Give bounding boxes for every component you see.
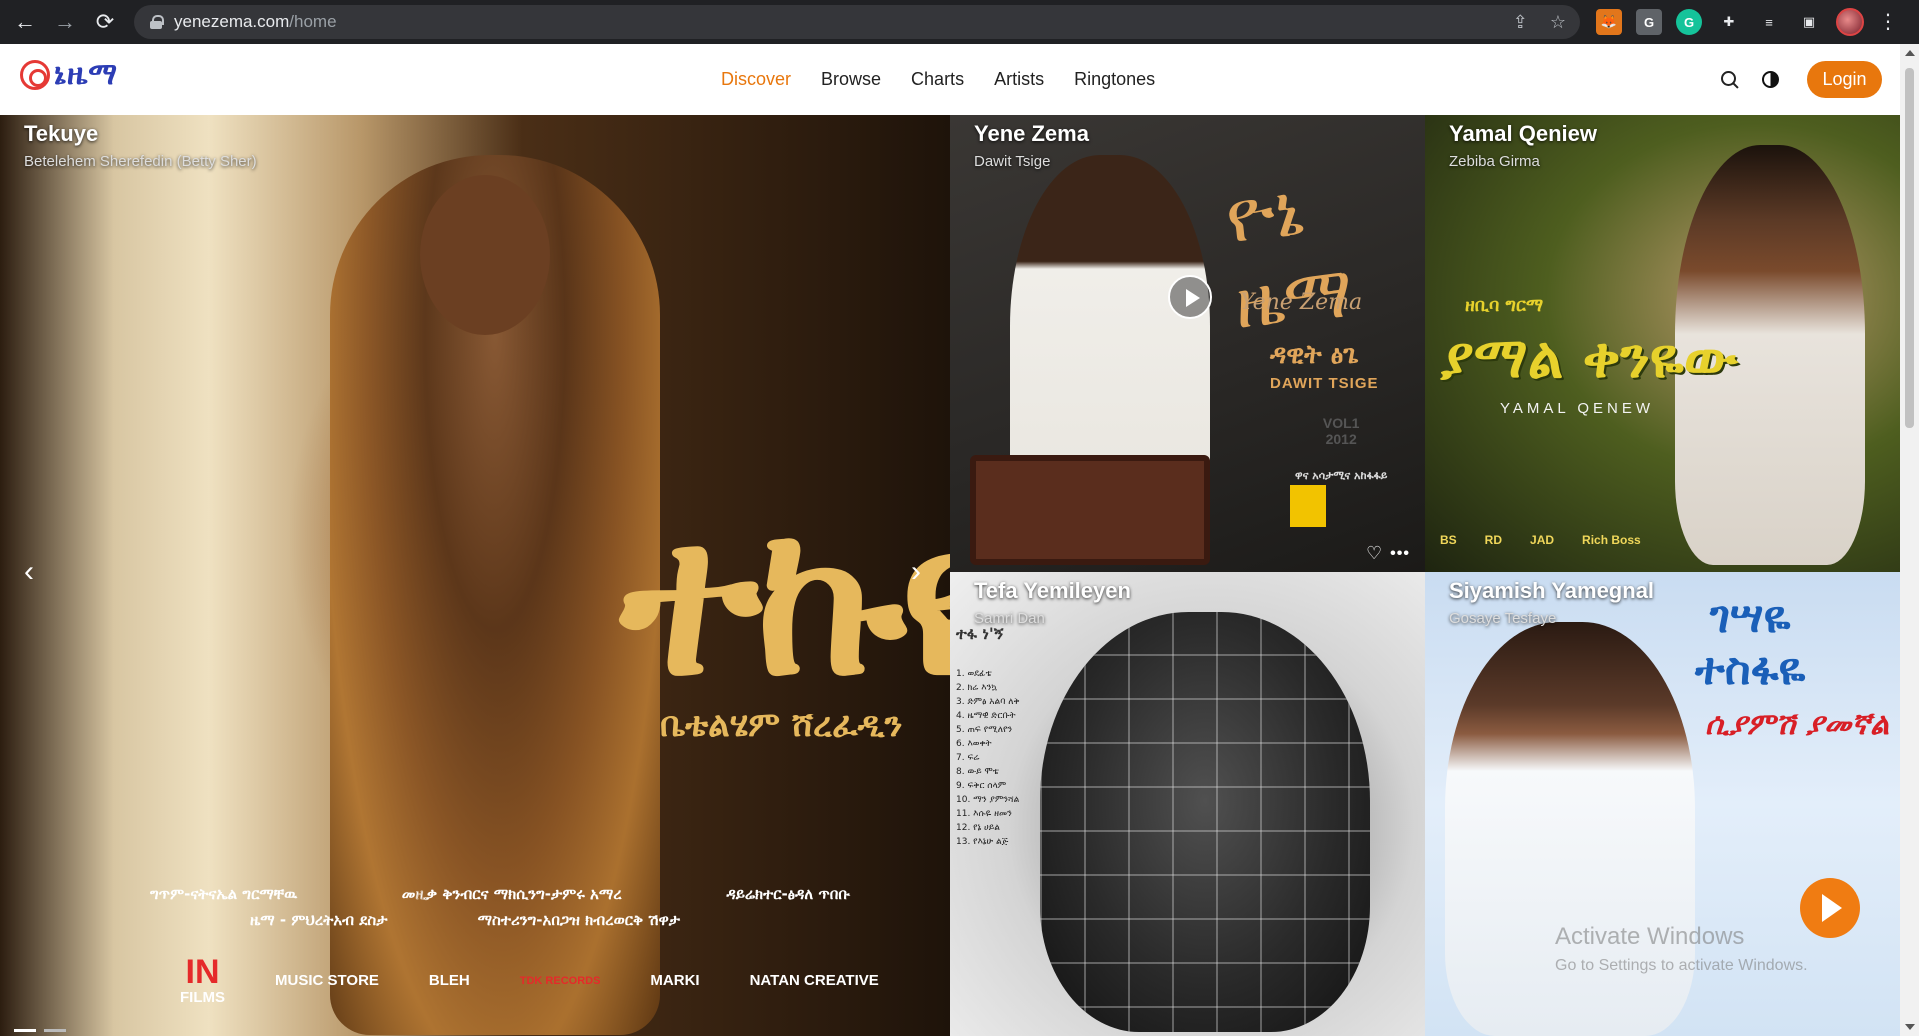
credit-text: መዚቃ ቅንብርና ማክሲንግ-ታምሩ አማረ	[401, 885, 622, 903]
credit-text: ዳይሬክተር-ፅዳለ ጥበቡ	[726, 885, 850, 903]
carousel-next-icon[interactable]: ›	[911, 555, 921, 589]
site-logo[interactable]: ኔዜማ	[20, 58, 118, 92]
cover-credits: ግጥም-ናትናኤል ግርማቸዉ መዚቃ ቅንብርና ማክሲንግ-ታምሩ አማረ …	[150, 885, 850, 937]
star-bookmark-icon[interactable]: ☆	[1550, 12, 1566, 33]
hero-carousel: ተኩዬ ቤቴልሄም ሸረፈዲን ግጥም-ናትናኤል ግርማቸዉ መዚቃ ቅንብር…	[0, 115, 1900, 1036]
nav-browse[interactable]: Browse	[821, 69, 881, 90]
card-title[interactable]: Yene Zema	[974, 121, 1089, 147]
natan-creative-logo: NATAN CREATIVE	[749, 972, 879, 989]
credit-text: ዜማ - ምህረትአብ ደስታ	[250, 911, 388, 929]
scroll-up-arrow-icon[interactable]	[1905, 50, 1915, 56]
cover-artist-art: ቤቴልሄም ሸረፈዲን	[660, 705, 903, 745]
featured-card-tekuye[interactable]: ተኩዬ ቤቴልሄም ሸረፈዲን ግጥም-ናትናኤል ግርማቸዉ መዚቃ ቅንብር…	[0, 115, 950, 1036]
play-button-icon[interactable]	[1168, 275, 1212, 319]
credit-text: ማስተሪንግ-አበጋዝ ክብረወርቅ ሽዋታ	[477, 911, 680, 929]
cover-title-art: ተኩዬ	[620, 475, 950, 722]
carousel-prev-icon[interactable]: ‹	[24, 555, 34, 589]
card-artist[interactable]: Samri Dan	[974, 610, 1045, 627]
tdk-records-logo: TDK RECORDS	[519, 974, 601, 987]
cover-tile-grid	[1040, 612, 1370, 1032]
card-actions: ♡ •••	[1366, 543, 1410, 564]
credit-text: ግጥም-ናትናኤል ግርማቸዉ	[150, 885, 298, 903]
carousel-dot[interactable]	[44, 1029, 66, 1032]
cover-artist-head	[420, 175, 550, 335]
cover-artist-art-en: DAWIT TSIGE	[1270, 375, 1379, 392]
g-extension-icon[interactable]: G	[1636, 9, 1662, 35]
nav-artists[interactable]: Artists	[994, 69, 1044, 90]
cover-logos: BS RD JAD Rich Boss	[1440, 533, 1641, 547]
album-card-yene-zema[interactable]: ዮኔ ዜማ Yene Zema ዳዊት ፅጌ DAWIT TSIGE VOL1 …	[950, 115, 1425, 572]
search-icon[interactable]	[1720, 70, 1740, 90]
browser-menu-icon[interactable]: ⋮	[1878, 12, 1898, 32]
login-button[interactable]: Login	[1807, 61, 1882, 98]
scroll-thumb[interactable]	[1905, 68, 1914, 428]
bleh-logo: BLEH	[428, 972, 470, 989]
main-nav: Discover Browse Charts Artists Ringtones	[721, 44, 1185, 115]
profile-avatar[interactable]	[1836, 8, 1864, 36]
cover-title-art: ዮኔ ዜማ	[1221, 167, 1357, 345]
card-title[interactable]: Siyamish Yamegnal	[1449, 578, 1654, 604]
play-button-icon[interactable]	[1800, 878, 1860, 938]
page-scrollbar[interactable]	[1900, 44, 1919, 1036]
carousel-dot[interactable]	[14, 1029, 36, 1032]
marki-logo: MARKI	[650, 972, 700, 989]
card-title[interactable]: Yamal Qeniew	[1449, 121, 1597, 147]
theme-toggle-icon[interactable]	[1762, 71, 1779, 88]
cover-script-text: Yene Zema	[1240, 290, 1363, 315]
card-artist[interactable]: Betelehem Sherefedin (Betty Sher)	[24, 153, 257, 170]
back-arrow-icon[interactable]: ←	[10, 7, 40, 37]
card-artist[interactable]: Gosaye Tesfaye	[1449, 610, 1556, 627]
media-control-icon[interactable]: ≡	[1756, 9, 1782, 35]
music-store-logo: MUSIC STORE	[275, 972, 379, 989]
card-title[interactable]: Tefa Yemileyen	[974, 578, 1131, 604]
forward-arrow-icon[interactable]: →	[50, 7, 80, 37]
metamask-extension-icon[interactable]: 🦊	[1596, 9, 1622, 35]
cover-radio-graphic	[970, 455, 1210, 565]
windows-activation-watermark: Activate Windows Go to Settings to activ…	[1555, 923, 1808, 974]
in-films-logo: IN FILMS	[180, 953, 225, 1006]
puzzle-extensions-icon[interactable]: ✚	[1716, 9, 1742, 35]
share-icon[interactable]: ⇪	[1513, 12, 1528, 33]
album-card-tefa-yemileyen[interactable]: ተፋ ነ'ኝ 1. ወደፊቴ 2. ክሬ እንኳ 3. ድምፅ አልባ ለቅ 4…	[950, 572, 1425, 1036]
cover-subtitle-art: ሲያምሽ ያመኛል	[1705, 707, 1890, 742]
heart-icon[interactable]: ♡	[1366, 543, 1382, 564]
card-artist[interactable]: Dawit Tsige	[974, 153, 1050, 170]
browser-toolbar: ← → ⟳ yenezema.com/home ⇪ ☆ 🦊 G G ✚ ≡ ▣ …	[0, 0, 1919, 44]
url-text[interactable]: yenezema.com/home	[174, 12, 337, 32]
cover-header-text: ተፋ ነ'ኝ	[956, 624, 1004, 643]
reload-icon[interactable]: ⟳	[90, 7, 120, 37]
cover-volume: VOL1 2012 ዋና አሳታሚና አከፋፋይ	[1295, 415, 1388, 482]
cover-tracklist: 1. ወደፊቴ 2. ክሬ እንኳ 3. ድምፅ አልባ ለቅ 4. ዜማዊ ድ…	[956, 669, 1020, 847]
nav-discover[interactable]: Discover	[721, 69, 791, 90]
cover-title-art-en: YAMAL QENEW	[1500, 400, 1655, 417]
logo-mark-icon	[20, 60, 50, 90]
carousel-dots	[14, 1029, 66, 1032]
side-panel-icon[interactable]: ▣	[1796, 9, 1822, 35]
card-artist[interactable]: Zebiba Girma	[1449, 153, 1540, 170]
more-options-icon[interactable]: •••	[1390, 545, 1410, 563]
nav-charts[interactable]: Charts	[911, 69, 964, 90]
cover-title-art: ያማል ቀንዬው	[1440, 325, 1738, 391]
address-bar[interactable]: yenezema.com/home ⇪ ☆	[134, 5, 1580, 39]
star-tv-logo	[1290, 485, 1326, 527]
logo-text: ኔዜማ	[54, 58, 119, 91]
cover-artist-art: ዘቢባ ግርማ	[1465, 295, 1544, 316]
sponsor-logos: IN FILMS MUSIC STORE BLEH TDK RECORDS MAR…	[180, 955, 879, 1006]
scroll-down-arrow-icon[interactable]	[1905, 1024, 1915, 1030]
cover-artist-art: ዳዊት ፅጌ	[1270, 340, 1359, 370]
cover-title-art: ገሣዬ ተስፋዬ	[1695, 592, 1806, 695]
card-title[interactable]: Tekuye	[24, 121, 98, 147]
nav-ringtones[interactable]: Ringtones	[1074, 69, 1155, 90]
lock-icon[interactable]	[150, 15, 164, 29]
album-card-yamal-qeniew[interactable]: ዘቢባ ግርማ ያማል ቀንዬው YAMAL QENEW BS RD JAD R…	[1425, 115, 1900, 572]
site-header: ኔዜማ Discover Browse Charts Artists Ringt…	[0, 44, 1900, 115]
grammarly-extension-icon[interactable]: G	[1676, 9, 1702, 35]
